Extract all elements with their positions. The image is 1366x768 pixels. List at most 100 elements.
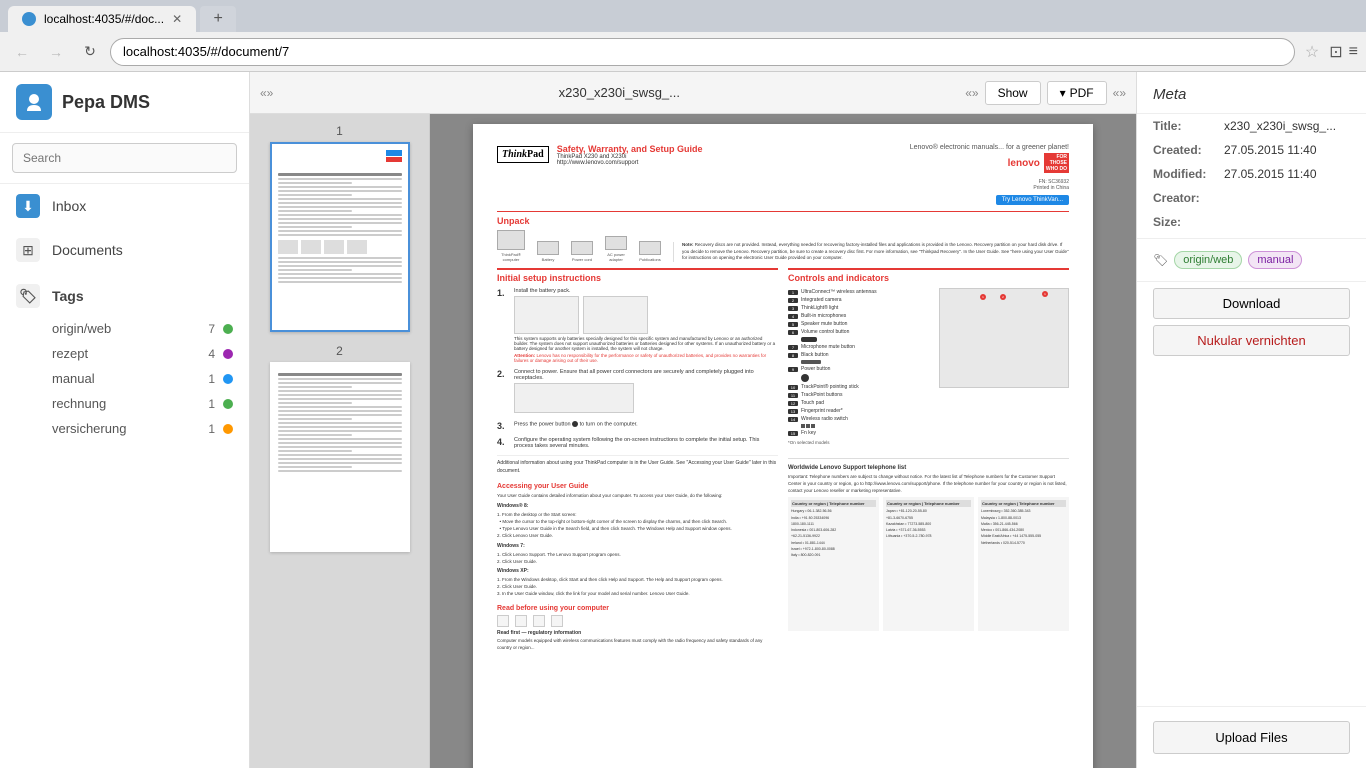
meta-created-label: Created: (1153, 143, 1218, 157)
step2-text: Connect to power. Ensure that all power … (514, 369, 778, 381)
meta-tags-row: 🏷 origin/web manual (1137, 243, 1366, 277)
thumbnail-page2[interactable]: 2 (260, 344, 419, 552)
thumb2-line-16 (278, 438, 402, 440)
tag-dot-rechnung (223, 399, 233, 409)
tag-item-rezept[interactable]: rezept 4 (0, 341, 249, 366)
pdf-dropdown-icon: ▾ (1060, 86, 1066, 100)
active-tab[interactable]: localhost:4035/#/doc... ✕ (8, 6, 196, 32)
meta-created-value: 27.05.2015 11:40 (1224, 143, 1317, 157)
reload-btn[interactable]: ↻ (76, 38, 104, 66)
thumb2-line-4 (278, 390, 402, 392)
pdf-button[interactable]: ▾ PDF (1047, 81, 1107, 105)
thumb-line-2 (278, 182, 352, 184)
meta-tag1[interactable]: origin/web (1174, 251, 1242, 269)
thumb2-line-24 (278, 470, 402, 472)
meta-creator-label: Creator: (1153, 191, 1218, 205)
extensions-icon[interactable]: ⊡ (1329, 42, 1342, 62)
meta-tag2[interactable]: manual (1248, 251, 1302, 269)
ctrl-item-15: 15 Fn key (788, 429, 1069, 437)
upload-button[interactable]: Upload Files (1153, 721, 1350, 754)
step3-num: 3. (497, 421, 511, 431)
thumb-line-16 (278, 257, 402, 259)
thumbnail-page1[interactable]: 1 (260, 124, 419, 332)
for-logo: FORTHOSEWHO DO (1044, 153, 1069, 173)
viewer-toolbar: «» x230_x230i_swsg_... «» Show ▾ PDF «» (250, 72, 1136, 114)
read-first-title: Read first — regulatory information (497, 630, 778, 636)
step1-attention: Attention: Lenovo has no responsibility … (514, 353, 778, 363)
step1: 1. Install the battery pack. This system… (497, 288, 778, 363)
new-tab-btn[interactable]: + (200, 6, 236, 32)
support-table-col3: Country or region | Telephone number Lux… (978, 497, 1069, 631)
icon-thinkpad: ThinkPad®computer (497, 230, 525, 262)
meta-modified-value: 27.05.2015 11:40 (1224, 167, 1317, 181)
thumb2-line-18 (278, 446, 402, 448)
show-button[interactable]: Show (985, 81, 1041, 105)
thumb-red-accent (386, 157, 402, 162)
doc-subtitle: ThinkPad X230 and X230ihttp://www.lenovo… (557, 154, 703, 166)
thumb-line-11 (278, 218, 402, 220)
lenovo-tagline: Lenovo® electronic manuals... for a gree… (910, 144, 1069, 151)
tag-item-rechnung[interactable]: rechnung 1 (0, 391, 249, 416)
download-button[interactable]: Download (1153, 288, 1350, 319)
step3: 3. Press the power button to turn on the… (497, 421, 778, 431)
step1-text: Install the battery pack. (514, 288, 778, 294)
ctrl-item-5: 5 Speaker mute button (788, 320, 933, 328)
document-filename: x230_x230i_swsg_... (279, 85, 959, 100)
table-header-col1: Country or region | Telephone number (791, 500, 876, 507)
meta-footer: Upload Files (1137, 706, 1366, 768)
thumb2-line-5 (278, 394, 402, 396)
expand-icon[interactable]: «» (1113, 86, 1126, 100)
sidebar-item-documents[interactable]: ⊞ Documents (0, 228, 249, 272)
thumb-line-8 (278, 206, 402, 208)
meta-row-size: Size: (1137, 210, 1366, 234)
browser-tabs: localhost:4035/#/doc... ✕ + (0, 0, 1366, 32)
thumb2-line-12 (278, 422, 402, 424)
inbox-icon: ⬇ (16, 194, 40, 218)
forward-btn[interactable]: → (42, 38, 70, 66)
step4-num: 4. (497, 437, 511, 449)
search-input[interactable] (12, 143, 237, 173)
tag-count-manual: 1 (208, 372, 215, 386)
windows-xp-label: Windows XP: (497, 568, 778, 574)
lenovo-block: Lenovo® electronic manuals... for a gree… (910, 144, 1069, 173)
tag-label-rechnung: rechnung (52, 396, 106, 411)
thumb-blue-accent (386, 150, 402, 156)
thumb-page1-image[interactable] (270, 142, 410, 332)
tag-item-originweb[interactable]: origin/web 7 (0, 316, 249, 341)
nav-next-icon[interactable]: «» (965, 86, 978, 100)
thumb-line-17 (278, 261, 402, 263)
address-bar[interactable] (110, 38, 1295, 66)
regulatory-text: Computer models equipped with wireless c… (497, 638, 778, 652)
table-data-col1: Hungary • 06-1-382-56-56India • +91 80 2… (791, 508, 876, 628)
tag-item-versicherung[interactable]: versicherung 1 (0, 416, 249, 441)
step1-img2 (583, 296, 648, 334)
delete-button[interactable]: Nukular vernichten (1153, 325, 1350, 356)
ctrl-item-4: 4 Built-in microphones (788, 312, 933, 320)
meta-row-created: Created: 27.05.2015 11:40 (1137, 138, 1366, 162)
thumb2-line-6 (278, 398, 402, 400)
accessing-guide-section: Accessing your User Guide Your User Guid… (497, 483, 778, 597)
step1-images (514, 296, 778, 334)
menu-icon[interactable]: ≡ (1349, 43, 1358, 61)
read-before-title: Read before using your computer (497, 605, 778, 612)
sidebar-item-inbox[interactable]: ⬇ Inbox (0, 184, 249, 228)
table-header-col2: Country or region | Telephone number (886, 500, 971, 507)
table-data-col2: Japan • +81-120-20-55-80+81-3-6670-6755K… (886, 508, 971, 628)
selected-note: *On selected models (788, 437, 1069, 448)
meta-title-label: Title: (1153, 119, 1218, 133)
content-row: 1 (250, 114, 1136, 768)
nav-prev-icon[interactable]: «» (260, 86, 273, 100)
tab-close-btn[interactable]: ✕ (172, 12, 182, 26)
thumb-line-19 (278, 269, 352, 271)
ctrl-item-2: 2 Integrated camera (788, 296, 933, 304)
app-title: Pepa DMS (62, 92, 150, 113)
meta-divider-2 (1137, 281, 1366, 282)
bookmark-icon[interactable]: ☆ (1305, 42, 1319, 62)
thumb-page2-image[interactable] (270, 362, 410, 552)
meta-content: Meta Title: x230_x230i_swsg_... Created:… (1137, 72, 1366, 706)
thumb2-line-20 (278, 454, 402, 456)
table-header-col3: Country or region | Telephone number (981, 500, 1066, 507)
windows7-steps: 1. Click Lenovo Support. The Lenovo Supp… (497, 551, 778, 565)
tag-item-manual[interactable]: manual 1 (0, 366, 249, 391)
back-btn[interactable]: ← (8, 38, 36, 66)
